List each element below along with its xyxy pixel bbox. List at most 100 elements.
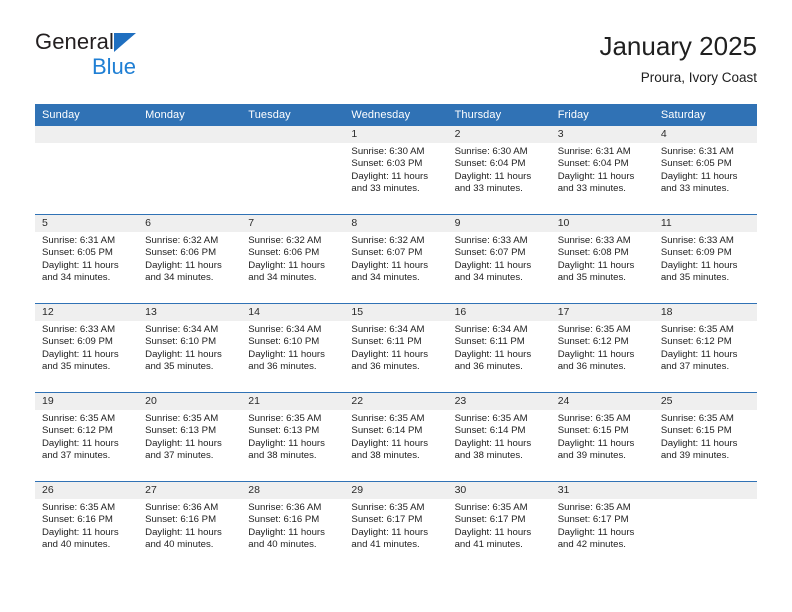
- daylight-text-line1: Daylight: 11 hours: [454, 259, 532, 271]
- day-cell-content: 2 Sunrise: 6:30 AM Sunset: 6:04 PM Daylight…: [447, 126, 551, 214]
- calendar-day-cell[interactable]: 5 Sunrise: 6:31 AM Sunset: 6:05 PM Daylight…: [35, 214, 139, 304]
- sunset-text: Sunset: 6:17 PM: [454, 514, 526, 526]
- page-subtitle: Proura, Ivory Coast: [640, 70, 757, 85]
- daylight-text-line2: and 41 minutes.: [454, 539, 523, 551]
- day-cell-content: 27 Sunrise: 6:36 AM Sunset: 6:16 PM Dayligh…: [138, 482, 242, 570]
- calendar-day-cell[interactable]: 25 Sunrise: 6:35 AM Sunset: 6:15 PM Dayligh…: [653, 392, 757, 482]
- calendar-day-cell[interactable]: 2 Sunrise: 6:30 AM Sunset: 6:04 PM Daylight…: [447, 126, 551, 215]
- daylight-text-line1: Daylight: 11 hours: [145, 348, 222, 360]
- calendar-day-cell[interactable]: 21 Sunrise: 6:35 AM Sunset: 6:13 PM Dayligh…: [241, 392, 345, 482]
- calendar-day-cell[interactable]: 4 Sunrise: 6:31 AM Sunset: 6:05 PM Daylight…: [653, 126, 757, 215]
- daylight-text-line1: Daylight: 11 hours: [351, 526, 429, 538]
- daylight-text-line2: and 33 minutes.: [351, 183, 420, 195]
- sunset-text: Sunset: 6:09 PM: [660, 247, 732, 259]
- weekday-header-thursday: Thursday: [447, 104, 551, 126]
- sunset-text: Sunset: 6:12 PM: [42, 425, 113, 437]
- day-cell-content: 20 Sunrise: 6:35 AM Sunset: 6:13 PM Dayligh…: [138, 393, 242, 481]
- calendar-day-cell[interactable]: 17 Sunrise: 6:35 AM Sunset: 6:12 PM Dayligh…: [550, 303, 654, 393]
- calendar-day-cell[interactable]: 3 Sunrise: 6:31 AM Sunset: 6:04 PM Daylight…: [550, 126, 654, 215]
- day-number: 29: [344, 482, 448, 499]
- day-cell-details: Sunrise: 6:33 AM Sunset: 6:08 PM Daylight:…: [551, 232, 654, 285]
- daylight-text-line2: and 34 minutes.: [454, 272, 523, 284]
- day-number: 8: [344, 215, 448, 232]
- calendar-day-cell[interactable]: 12 Sunrise: 6:33 AM Sunset: 6:09 PM Dayligh…: [35, 303, 139, 393]
- daylight-text-line1: Daylight: 11 hours: [557, 437, 635, 449]
- calendar-day-cell[interactable]: 14 Sunrise: 6:34 AM Sunset: 6:10 PM Dayligh…: [241, 303, 345, 393]
- daylight-text-line2: and 38 minutes.: [351, 450, 420, 462]
- sunset-text: Sunset: 6:10 PM: [145, 336, 217, 348]
- day-cell-details: Sunrise: 6:36 AM Sunset: 6:16 PM Daylight:…: [241, 499, 344, 552]
- day-cell-details: Sunrise: 6:32 AM Sunset: 6:06 PM Daylight:…: [138, 232, 241, 285]
- calendar-day-cell[interactable]: 24 Sunrise: 6:35 AM Sunset: 6:15 PM Dayligh…: [550, 392, 654, 482]
- brand-logo[interactable]: General Blue: [35, 30, 265, 92]
- daylight-text-line2: and 35 minutes.: [557, 272, 626, 284]
- daylight-text-line1: Daylight: 11 hours: [454, 526, 532, 538]
- daylight-text-line1: Daylight: 11 hours: [248, 348, 325, 360]
- calendar-day-cell[interactable]: 19 Sunrise: 6:35 AM Sunset: 6:12 PM Dayligh…: [35, 392, 139, 482]
- daylight-text-line1: Daylight: 11 hours: [145, 259, 222, 271]
- calendar-day-cell[interactable]: 10 Sunrise: 6:33 AM Sunset: 6:08 PM Dayligh…: [550, 214, 654, 304]
- sunset-text: Sunset: 6:03 PM: [351, 158, 423, 170]
- daylight-text-line2: and 39 minutes.: [660, 450, 730, 462]
- day-cell-content: 10 Sunrise: 6:33 AM Sunset: 6:08 PM Dayligh…: [550, 215, 654, 303]
- sunrise-text: Sunrise: 6:34 AM: [248, 324, 322, 335]
- sunrise-text: Sunrise: 6:33 AM: [42, 324, 116, 335]
- daylight-text-line2: and 33 minutes.: [557, 183, 626, 195]
- calendar-day-cell[interactable]: 1 Sunrise: 6:30 AM Sunset: 6:03 PM Daylight…: [344, 126, 448, 215]
- calendar-day-cell[interactable]: 29 Sunrise: 6:35 AM Sunset: 6:17 PM Dayligh…: [344, 481, 448, 570]
- calendar-day-cell[interactable]: 6 Sunrise: 6:32 AM Sunset: 6:06 PM Daylight…: [138, 214, 242, 304]
- daylight-text-line1: Daylight: 11 hours: [660, 437, 738, 449]
- sunrise-text: Sunrise: 6:35 AM: [557, 502, 631, 513]
- triangle-icon: [113, 33, 136, 52]
- daylight-text-line1: Daylight: 11 hours: [42, 437, 119, 449]
- day-cell-details: Sunrise: 6:31 AM Sunset: 6:04 PM Daylight:…: [551, 143, 654, 196]
- calendar-day-cell[interactable]: 30 Sunrise: 6:35 AM Sunset: 6:17 PM Dayligh…: [447, 481, 551, 570]
- day-number: 7: [241, 215, 345, 232]
- day-cell-details: Sunrise: 6:35 AM Sunset: 6:15 PM Daylight:…: [654, 410, 757, 463]
- calendar-day-cell[interactable]: 8 Sunrise: 6:32 AM Sunset: 6:07 PM Daylight…: [344, 214, 448, 304]
- calendar-day-cell[interactable]: 20 Sunrise: 6:35 AM Sunset: 6:13 PM Dayligh…: [138, 392, 242, 482]
- calendar-day-cell[interactable]: [35, 126, 139, 215]
- day-cell-content: 13 Sunrise: 6:34 AM Sunset: 6:10 PM Dayligh…: [138, 304, 242, 392]
- day-number: 26: [35, 482, 139, 499]
- day-cell-content: 26 Sunrise: 6:35 AM Sunset: 6:16 PM Dayligh…: [35, 482, 139, 570]
- calendar-day-cell[interactable]: 9 Sunrise: 6:33 AM Sunset: 6:07 PM Daylight…: [447, 214, 551, 304]
- calendar-day-cell[interactable]: 7 Sunrise: 6:32 AM Sunset: 6:06 PM Daylight…: [241, 214, 345, 304]
- calendar-day-cell[interactable]: 27 Sunrise: 6:36 AM Sunset: 6:16 PM Dayligh…: [138, 481, 242, 570]
- daylight-text-line2: and 36 minutes.: [351, 361, 420, 373]
- day-cell-details: Sunrise: 6:33 AM Sunset: 6:09 PM Daylight:…: [35, 321, 138, 374]
- day-cell-content: 8 Sunrise: 6:32 AM Sunset: 6:07 PM Daylight…: [344, 215, 448, 303]
- calendar-day-cell[interactable]: 18 Sunrise: 6:35 AM Sunset: 6:12 PM Dayligh…: [653, 303, 757, 393]
- sunrise-text: Sunrise: 6:34 AM: [351, 324, 425, 335]
- calendar-day-cell[interactable]: 13 Sunrise: 6:34 AM Sunset: 6:10 PM Dayligh…: [138, 303, 242, 393]
- calendar-day-cell[interactable]: 11 Sunrise: 6:33 AM Sunset: 6:09 PM Dayligh…: [653, 214, 757, 304]
- day-cell-content: [241, 126, 345, 214]
- day-cell-content: 17 Sunrise: 6:35 AM Sunset: 6:12 PM Dayligh…: [550, 304, 654, 392]
- calendar-day-cell[interactable]: [138, 126, 242, 215]
- day-number: 5: [35, 215, 139, 232]
- daylight-text-line1: Daylight: 11 hours: [557, 348, 635, 360]
- calendar-week-row: 5 Sunrise: 6:31 AM Sunset: 6:05 PM Daylight…: [35, 214, 757, 304]
- calendar-day-cell[interactable]: 23 Sunrise: 6:35 AM Sunset: 6:14 PM Dayligh…: [447, 392, 551, 482]
- day-number: 31: [550, 482, 654, 499]
- day-number: 12: [35, 304, 139, 321]
- day-cell-details: Sunrise: 6:35 AM Sunset: 6:13 PM Daylight:…: [241, 410, 344, 463]
- day-cell-content: 7 Sunrise: 6:32 AM Sunset: 6:06 PM Daylight…: [241, 215, 345, 303]
- sunset-text: Sunset: 6:04 PM: [454, 158, 526, 170]
- calendar-day-cell[interactable]: 16 Sunrise: 6:34 AM Sunset: 6:11 PM Dayligh…: [447, 303, 551, 393]
- calendar-day-cell[interactable]: 15 Sunrise: 6:34 AM Sunset: 6:11 PM Dayligh…: [344, 303, 448, 393]
- calendar-day-cell[interactable]: [653, 481, 757, 570]
- calendar-day-cell[interactable]: 28 Sunrise: 6:36 AM Sunset: 6:16 PM Dayligh…: [241, 481, 345, 570]
- calendar-day-cell[interactable]: 22 Sunrise: 6:35 AM Sunset: 6:14 PM Dayligh…: [344, 392, 448, 482]
- day-number: [653, 482, 757, 499]
- calendar-day-cell[interactable]: [241, 126, 345, 215]
- day-number: [241, 126, 345, 143]
- day-cell-content: 22 Sunrise: 6:35 AM Sunset: 6:14 PM Dayligh…: [344, 393, 448, 481]
- daylight-text-line1: Daylight: 11 hours: [248, 526, 325, 538]
- day-cell-details: Sunrise: 6:35 AM Sunset: 6:17 PM Daylight:…: [448, 499, 551, 552]
- sunrise-text: Sunrise: 6:31 AM: [42, 235, 116, 246]
- calendar-day-cell[interactable]: 31 Sunrise: 6:35 AM Sunset: 6:17 PM Dayligh…: [550, 481, 654, 570]
- calendar-day-cell[interactable]: 26 Sunrise: 6:35 AM Sunset: 6:16 PM Dayligh…: [35, 481, 139, 570]
- daylight-text-line2: and 34 minutes.: [351, 272, 420, 284]
- sunrise-text: Sunrise: 6:31 AM: [660, 146, 734, 157]
